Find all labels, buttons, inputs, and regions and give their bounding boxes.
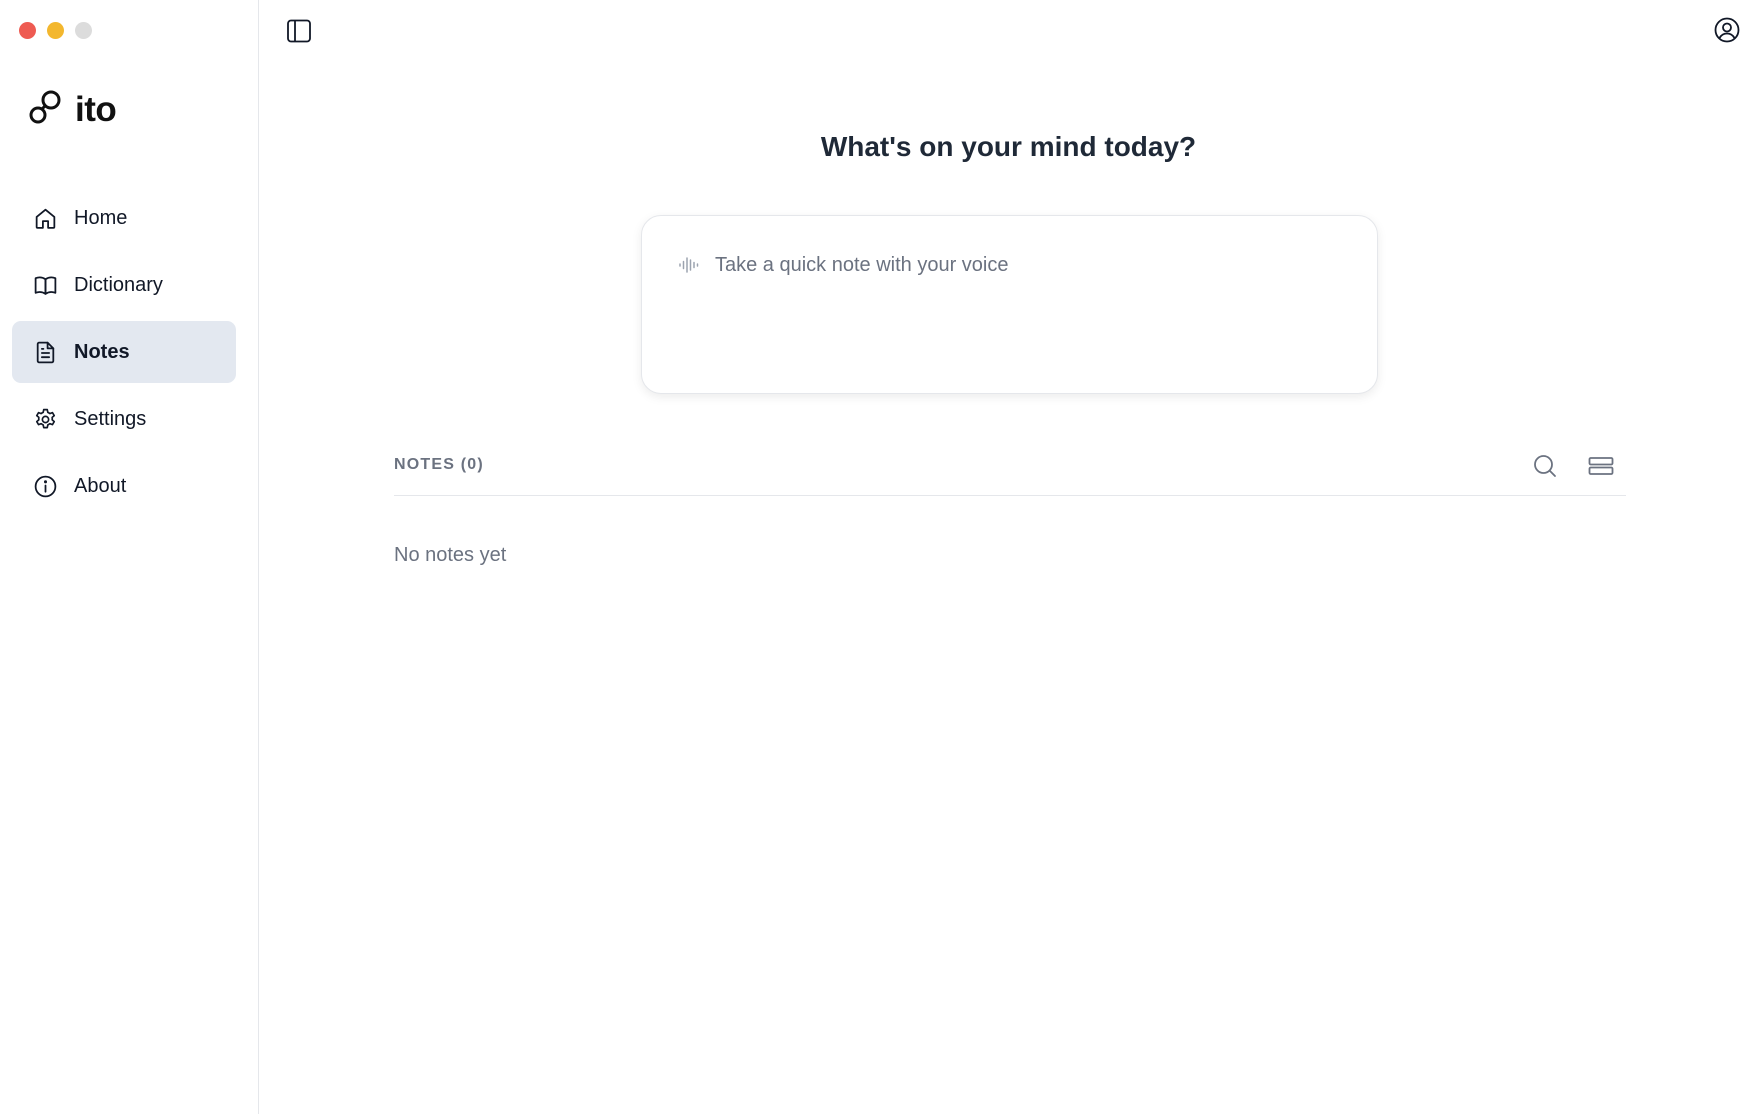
notes-title: NOTES (0) xyxy=(394,456,484,473)
file-text-icon xyxy=(33,340,58,365)
search-icon[interactable] xyxy=(1532,453,1558,479)
brand: ito xyxy=(27,88,117,131)
app-window: ito Home Dictionary Notes Settings About… xyxy=(0,0,1758,1114)
sidebar-item-label: Dictionary xyxy=(74,273,163,296)
quick-note-input[interactable] xyxy=(715,247,1315,283)
window-minimize-button[interactable] xyxy=(47,22,64,39)
notes-section-header: NOTES (0) xyxy=(394,446,1626,496)
window-controls xyxy=(19,22,92,39)
list-layout-icon[interactable] xyxy=(1587,453,1615,479)
sidebar-item-label: Home xyxy=(74,206,128,229)
sidebar-toggle-icon[interactable] xyxy=(285,17,313,45)
gear-icon xyxy=(33,407,58,432)
window-maximize-button[interactable] xyxy=(75,22,92,39)
account-icon[interactable] xyxy=(1713,16,1741,44)
sidebar-item-about[interactable]: About xyxy=(12,455,236,517)
sidebar-item-settings[interactable]: Settings xyxy=(12,388,236,450)
quick-note-card[interactable] xyxy=(641,215,1378,394)
sidebar-item-dictionary[interactable]: Dictionary xyxy=(12,254,236,316)
info-icon xyxy=(33,474,58,499)
logo-icon xyxy=(27,88,65,131)
audio-wave-icon[interactable] xyxy=(677,253,701,277)
home-icon xyxy=(33,206,58,231)
empty-notes-text: No notes yet xyxy=(394,544,507,566)
sidebar-nav: Home Dictionary Notes Settings About xyxy=(12,187,236,522)
sidebar-item-notes[interactable]: Notes xyxy=(12,321,236,383)
window-close-button[interactable] xyxy=(19,22,36,39)
sidebar-item-label: Notes xyxy=(74,340,130,363)
page-headline: What's on your mind today? xyxy=(820,131,1197,162)
app-name: ito xyxy=(75,89,117,129)
sidebar-item-label: About xyxy=(74,474,127,497)
sidebar-item-home[interactable]: Home xyxy=(12,187,236,249)
sidebar-item-label: Settings xyxy=(74,407,147,430)
sidebar: ito Home Dictionary Notes Settings About xyxy=(0,0,259,1114)
book-icon xyxy=(33,273,58,298)
